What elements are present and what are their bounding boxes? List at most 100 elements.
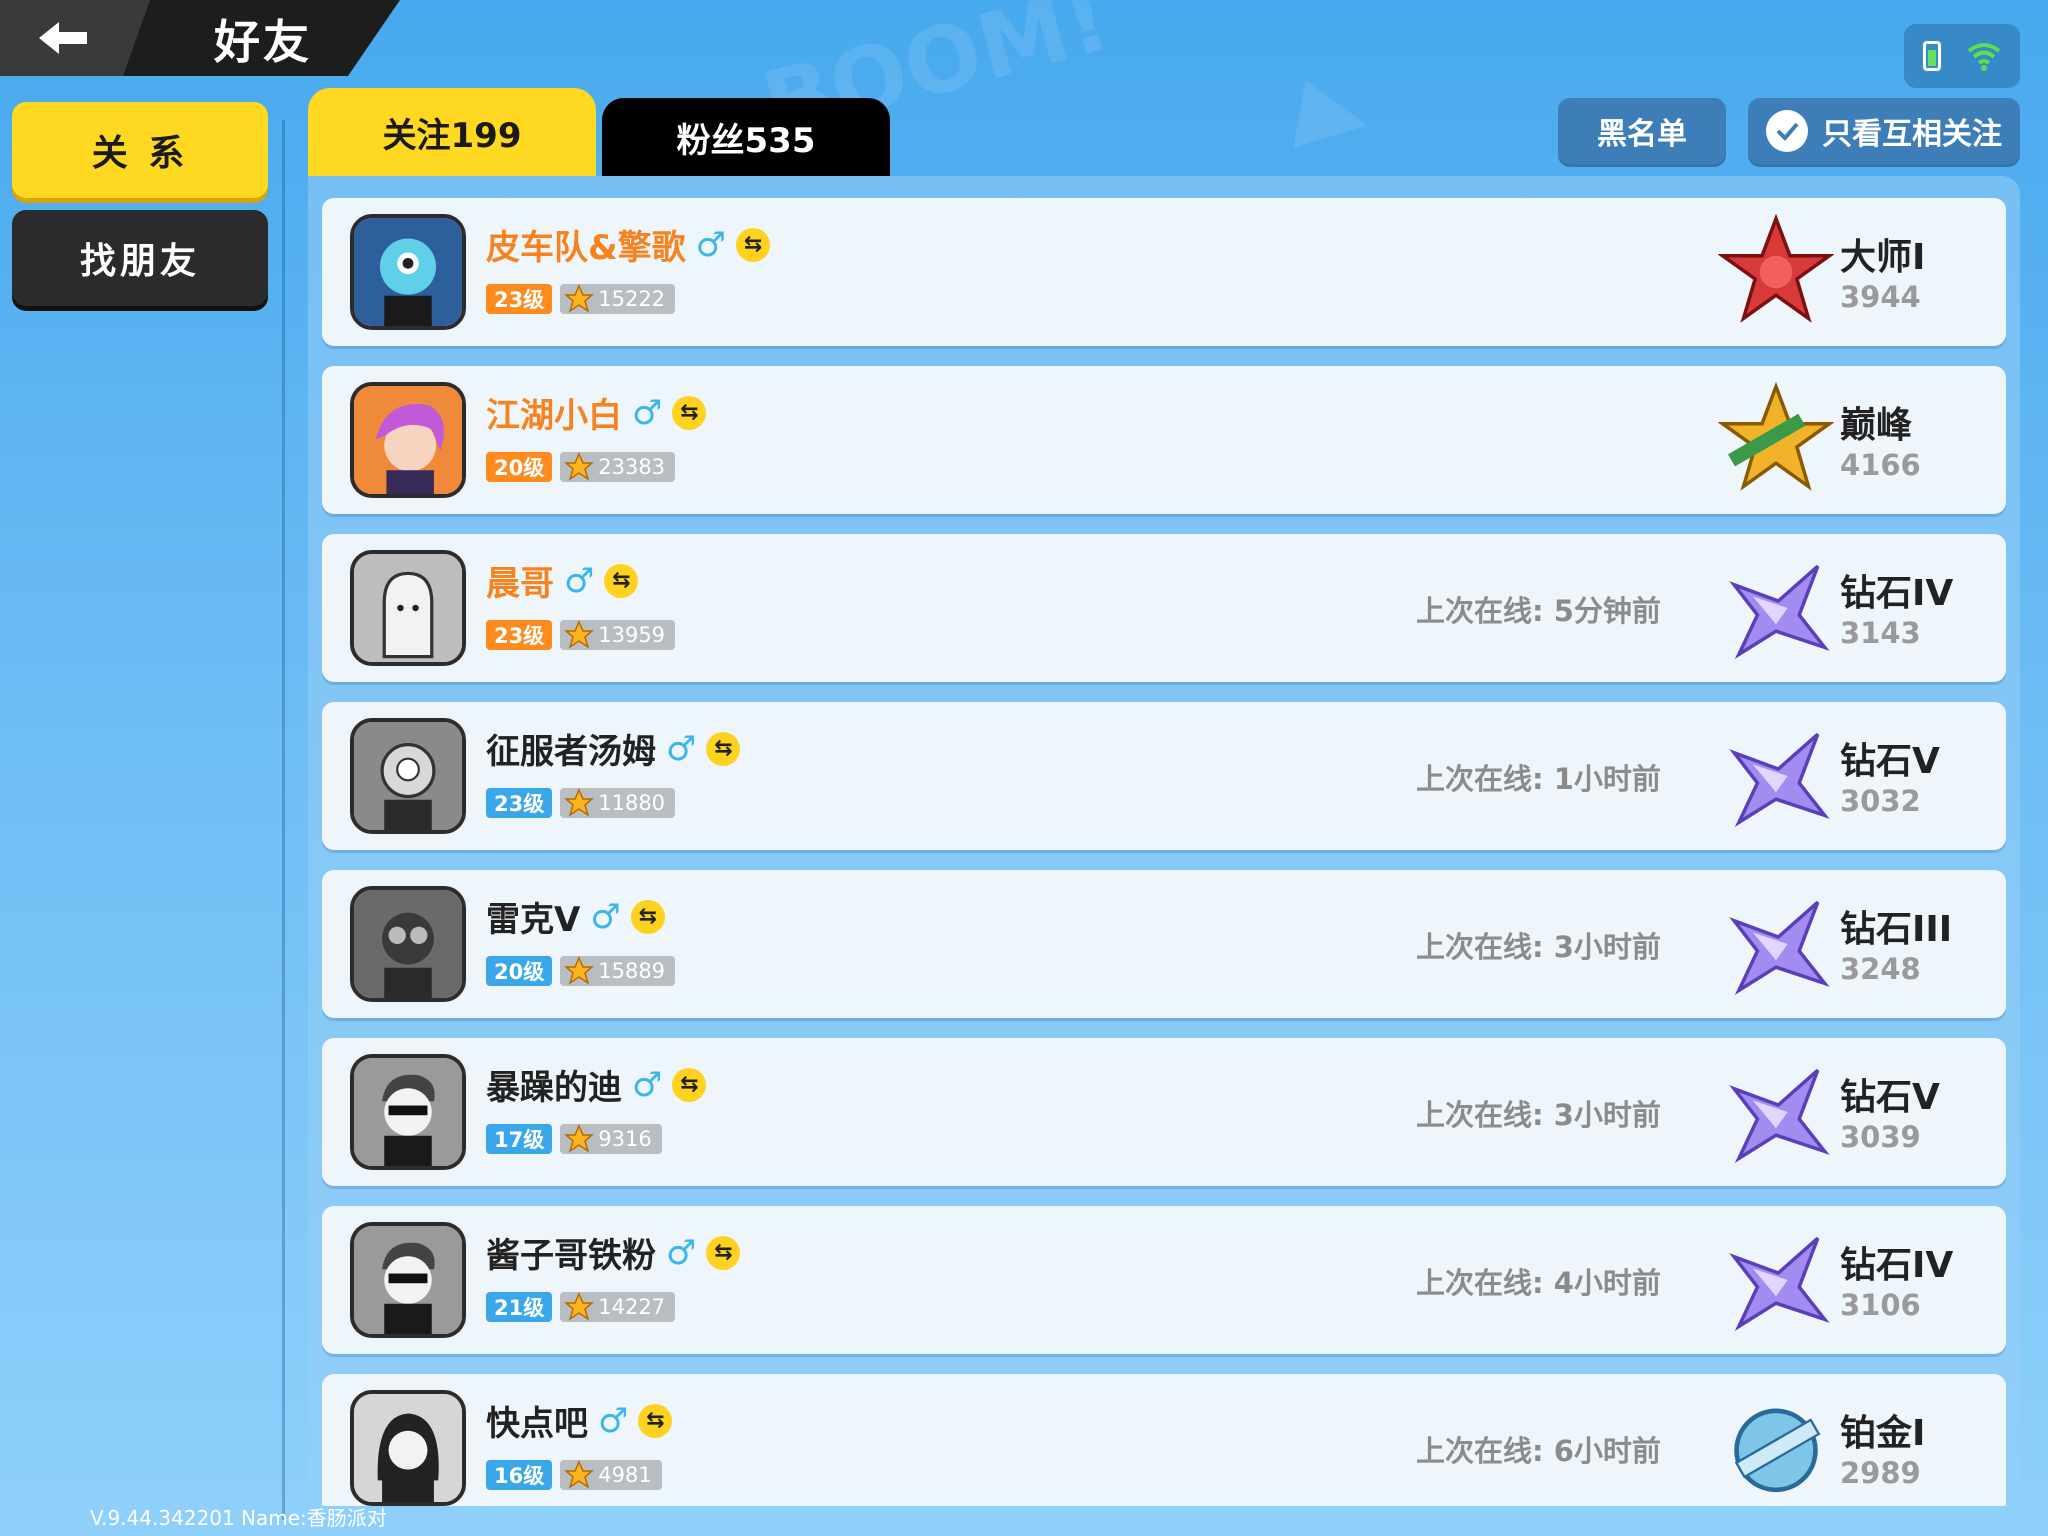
sunglasses-avatar [354,1058,462,1166]
mutual-filter-label: 只看互相关注 [1822,117,2002,152]
score-badge: 14227 [560,1292,676,1322]
blacklist-button[interactable]: 黑名单 [1558,98,1726,164]
last-online-text: 上次在线: 4小时前 [1416,1266,1661,1300]
mutual-follow-icon: ⇆ [736,227,771,262]
mutual-follow-icon: ⇆ [672,395,707,430]
avatar[interactable] [350,1390,466,1506]
rank-score: 3039 [1840,1120,1921,1154]
rank-name: 钻石V [1840,741,1940,782]
friend-name-row: 快点吧 ♂ ⇆ [486,1396,673,1445]
mutual-follow-icon: ⇆ [630,899,665,934]
device-status [1904,24,2020,88]
male-gender-icon: ♂ [632,392,663,433]
tab-follow[interactable]: 关注199 [308,88,596,176]
sunglasses-avatar [354,1226,462,1334]
version-text: V.9.44.342201 Name:香肠派对 [90,1506,387,1530]
rank-name: 铂金I [1840,1413,1926,1454]
rank-name: 钻石IV [1840,573,1954,614]
friend-name: 快点吧 [486,1404,588,1444]
friend-row[interactable]: 暴躁的迪 ♂ ⇆ 17级 9316 上次在线: 3小时前 钻石V 3039 [322,1038,2006,1186]
friend-row[interactable]: 征服者汤姆 ♂ ⇆ 23级 11880 上次在线: 1小时前 钻石V 3032 [322,702,2006,850]
rank-name: 巅峰 [1840,405,1913,446]
friend-name-row: 酱子哥铁粉 ♂ ⇆ [486,1228,741,1277]
last-online-text: 上次在线: 3小时前 [1416,1098,1661,1132]
friend-meta: 16级 4981 [486,1460,662,1490]
score-value: 14227 [598,1295,666,1319]
score-value: 15889 [598,959,666,983]
tab-fans[interactable]: 粉丝535 [602,98,890,176]
mutual-follow-icon: ⇆ [706,1235,741,1270]
mutual-filter-toggle[interactable]: 只看互相关注 [1748,98,2020,164]
rank-score: 4166 [1840,448,1921,482]
last-online-text: 上次在线: 6小时前 [1416,1434,1661,1468]
friend-name: 酱子哥铁粉 [486,1236,656,1276]
friend-meta: 23级 11880 [486,788,676,818]
friend-name-row: 征服者汤姆 ♂ ⇆ [486,724,741,773]
wifi-icon [1967,43,2001,71]
friend-row[interactable]: 皮车队&擎歌 ♂ ⇆ 23级 15222 大师I 3944 [322,198,2006,346]
star-trophy-icon [564,956,595,985]
friend-meta: 21级 14227 [486,1292,676,1322]
friend-name-row: 晨哥 ♂ ⇆ [486,556,639,605]
level-badge: 20级 [486,452,553,482]
friend-meta: 17级 9316 [486,1124,662,1154]
master-rank-icon [1718,214,1834,323]
star-trophy-icon [564,620,595,649]
checkmark-icon [1766,110,1808,152]
star-trophy-icon [564,284,595,313]
diamond-rank-icon [1729,732,1830,828]
friend-row[interactable]: 江湖小白 ♂ ⇆ 20级 23383 巅峰 4166 [322,366,2006,514]
nav-find-friends[interactable]: 找朋友 [12,210,268,306]
diamond-rank-icon [1729,564,1830,660]
score-value: 15222 [598,287,666,311]
blue-robot-avatar [354,218,462,326]
peak-rank-icon [1718,382,1834,491]
blacklist-label: 黑名单 [1597,117,1687,152]
dark-hair-avatar [354,1394,462,1502]
male-gender-icon: ♂ [632,1064,663,1105]
friend-meta: 23级 13959 [486,620,676,650]
level-badge: 23级 [486,284,553,314]
friend-name: 征服者汤姆 [486,732,656,772]
avatar[interactable] [350,1054,466,1170]
diamond-rank-icon [1729,1236,1830,1332]
friend-name-row: 暴躁的迪 ♂ ⇆ [486,1060,707,1109]
platinum-rank-icon [1734,1408,1821,1493]
star-trophy-icon [564,1124,595,1153]
friend-name-row: 雷克V ♂ ⇆ [486,892,665,941]
friend-row[interactable]: 晨哥 ♂ ⇆ 23级 13959 上次在线: 5分钟前 钻石IV 3143 [322,534,2006,682]
male-gender-icon: ♂ [590,896,621,937]
helmet-avatar [354,890,462,998]
mutual-follow-icon: ⇆ [638,1403,673,1438]
avatar[interactable] [350,550,466,666]
last-online-text: 上次在线: 1小时前 [1416,762,1661,796]
avatar[interactable] [350,886,466,1002]
friend-meta: 20级 15889 [486,956,676,986]
avatar[interactable] [350,718,466,834]
robot-avatar [354,722,462,830]
avatar[interactable] [350,382,466,498]
friend-row[interactable]: 雷克V ♂ ⇆ 20级 15889 上次在线: 3小时前 钻石III 3248 [322,870,2006,1018]
level-badge: 16级 [486,1460,553,1490]
avatar[interactable] [350,214,466,330]
friend-meta: 23级 15222 [486,284,676,314]
friend-row[interactable]: 快点吧 ♂ ⇆ 16级 4981 上次在线: 6小时前 铂金I 2989 [322,1374,2006,1506]
nav-relations[interactable]: 关 系 [12,102,268,198]
score-badge: 11880 [560,788,676,818]
score-badge: 23383 [560,452,676,482]
score-value: 13959 [598,623,666,647]
rank-score: 2989 [1840,1456,1921,1490]
background-decoration: ▶ [1291,54,1378,171]
avatar[interactable] [350,1222,466,1338]
rank-name: 钻石III [1840,909,1953,950]
level-badge: 23级 [486,620,553,650]
star-trophy-icon [564,452,595,481]
score-value: 23383 [598,455,666,479]
friend-list[interactable]: 皮车队&擎歌 ♂ ⇆ 23级 15222 大师I 3944 江湖小白 ♂ ⇆ 2… [308,176,2020,1506]
friend-row[interactable]: 酱子哥铁粉 ♂ ⇆ 21级 14227 上次在线: 4小时前 钻石IV 3106 [322,1206,2006,1354]
divider [282,120,285,1520]
battery-icon [1923,41,1941,71]
friend-meta: 20级 23383 [486,452,676,482]
friend-name-row: 江湖小白 ♂ ⇆ [486,388,707,437]
rank-score: 3944 [1840,280,1921,314]
